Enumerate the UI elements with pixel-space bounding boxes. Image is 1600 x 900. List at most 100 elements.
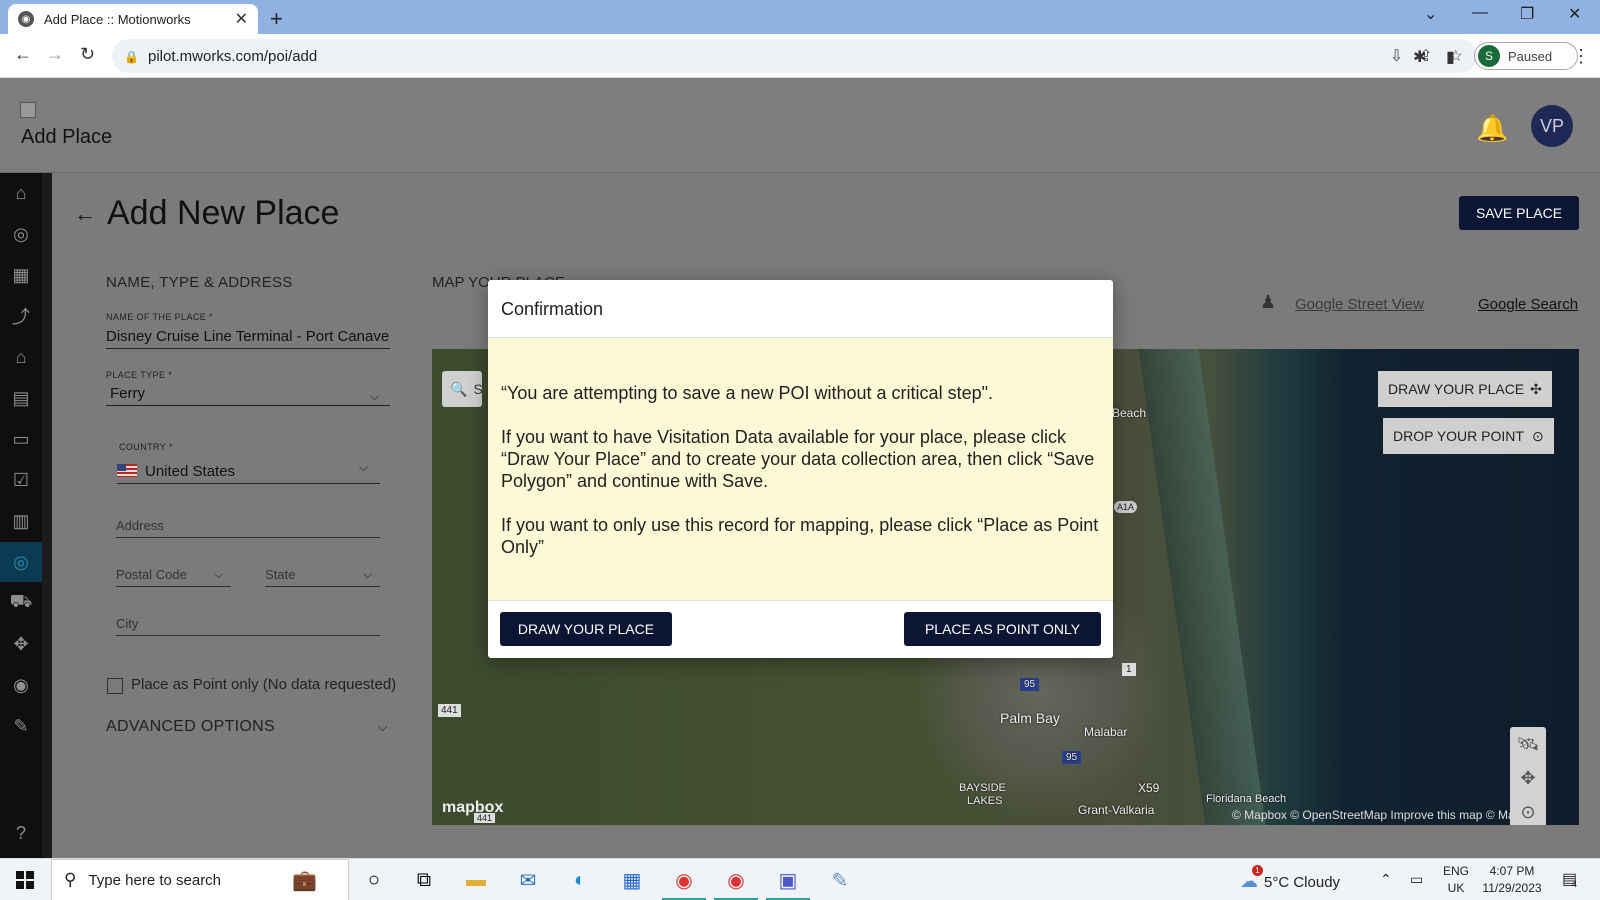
- app-header: Add Place 🔔 VP: [0, 78, 1600, 173]
- map-label-grant: Grant-Valkaria: [1078, 803, 1155, 817]
- reload-icon[interactable]: ↻: [80, 44, 95, 65]
- country-select[interactable]: United States: [117, 461, 380, 484]
- compass-icon[interactable]: ◎: [0, 214, 42, 254]
- save-place-button[interactable]: SAVE PLACE: [1459, 196, 1579, 230]
- chevron-down-icon[interactable]: ⌵: [214, 567, 223, 582]
- places-icon[interactable]: ⌂: [0, 337, 42, 377]
- profile-status: Paused: [1508, 48, 1553, 64]
- edge-icon[interactable]: ◐: [566, 867, 594, 893]
- city-input[interactable]: City: [116, 616, 380, 636]
- google-search-link[interactable]: Google Search: [1478, 296, 1578, 313]
- map-label-floridana: Floridana Beach: [1206, 793, 1287, 805]
- target-icon[interactable]: ◎: [0, 542, 42, 582]
- analytics-icon[interactable]: ⤴: [0, 296, 42, 336]
- file-explorer-icon[interactable]: ▬: [462, 867, 490, 893]
- chevron-down-icon[interactable]: ⌵: [370, 389, 379, 404]
- tab-search-icon[interactable]: ⌄: [1424, 4, 1437, 24]
- place-as-point-only-button[interactable]: PLACE AS POINT ONLY: [904, 612, 1101, 646]
- browser-tab[interactable]: ◉ Add Place :: Motionworks ✕: [8, 4, 258, 34]
- user-avatar[interactable]: VP: [1531, 105, 1573, 147]
- language-indicator[interactable]: ENG UK: [1443, 863, 1469, 897]
- back-icon[interactable]: ←: [14, 44, 32, 65]
- tab-title: Add Place :: Motionworks: [44, 11, 191, 27]
- checklist-icon[interactable]: ☑: [0, 460, 42, 500]
- pan-icon[interactable]: ✥: [1510, 761, 1546, 795]
- place-type-select[interactable]: Ferry: [106, 385, 390, 406]
- network-icon[interactable]: ✥: [0, 624, 42, 664]
- wrench-icon[interactable]: ✎: [0, 706, 42, 746]
- country-label: COUNTRY *: [119, 442, 173, 452]
- grid-icon[interactable]: ▦: [0, 255, 42, 295]
- store-icon[interactable]: ▦: [618, 867, 646, 893]
- name-label: NAME OF THE PLACE *: [106, 312, 213, 322]
- report-icon[interactable]: ▤: [0, 378, 42, 418]
- place-type-label: PLACE TYPE *: [106, 370, 173, 380]
- meet-now-icon[interactable]: ▭: [1410, 871, 1423, 888]
- chart-icon[interactable]: ▥: [0, 501, 42, 541]
- lang-top: ENG: [1443, 864, 1470, 878]
- maximize-icon[interactable]: ❐: [1520, 4, 1534, 24]
- tray-chevron-icon[interactable]: ⌃: [1380, 871, 1392, 888]
- paint-icon[interactable]: ✎: [826, 867, 854, 893]
- us-flag-icon: [117, 464, 137, 477]
- globe-icon: ◉: [18, 11, 34, 27]
- google-street-view-link[interactable]: Google Street View: [1295, 296, 1424, 313]
- address-input[interactable]: Address: [116, 518, 380, 538]
- advanced-options[interactable]: ADVANCED OPTIONS: [106, 718, 275, 736]
- task-view-icon[interactable]: ⧉: [410, 867, 438, 893]
- windows-start-icon[interactable]: [16, 871, 34, 889]
- close-tab-icon[interactable]: ✕: [235, 9, 248, 29]
- vehicle-icon[interactable]: ⛟: [0, 583, 42, 623]
- weather-widget[interactable]: ☁ 1 5°C Cloudy: [1240, 865, 1341, 892]
- sidebar-scrollbar[interactable]: [42, 173, 52, 858]
- cortana-icon[interactable]: ○: [360, 867, 388, 893]
- install-icon[interactable]: ⇩: [1390, 46, 1403, 66]
- chevron-down-icon[interactable]: ⌵: [359, 460, 368, 475]
- home-icon[interactable]: ⌂: [0, 173, 42, 213]
- polygon-icon: ✣: [1530, 380, 1542, 397]
- cloud-icon: ☁ 1: [1240, 865, 1263, 891]
- street-view-icon: ♟: [1260, 292, 1277, 312]
- locate-icon[interactable]: ⊙: [1510, 795, 1546, 825]
- chevron-down-icon[interactable]: ⌵: [363, 567, 372, 582]
- point-only-checkbox[interactable]: [107, 678, 123, 694]
- url-bar[interactable]: 🔒 pilot.mworks.com/poi/add ⇩ ⇪ ☆: [112, 39, 1477, 73]
- sidebar: ⌂ ◎ ▦ ⤴ ⌂ ▤ ▭ ☑ ▥ ◎ ⛟ ✥ ◉ ✎ ?: [0, 173, 42, 858]
- new-tab-icon[interactable]: +: [270, 6, 283, 32]
- bell-icon[interactable]: 🔔: [1476, 113, 1508, 144]
- taskbar-search[interactable]: ⚲ Type here to search 💼: [51, 859, 349, 900]
- draw-your-place-map-button[interactable]: DRAW YOUR PLACE ✣: [1378, 371, 1552, 407]
- drop-your-point-map-label: DROP YOUR POINT: [1393, 428, 1524, 444]
- map-search-box[interactable]: 🔍 S: [442, 371, 483, 407]
- forward-icon[interactable]: →: [46, 44, 64, 65]
- chevron-down-icon[interactable]: ⌵: [378, 720, 387, 735]
- browser-menu-icon[interactable]: ⋮: [1572, 46, 1590, 67]
- profile-button[interactable]: S Paused: [1474, 42, 1578, 70]
- satellite-icon[interactable]: 🛰: [1510, 727, 1546, 761]
- side-panel-icon[interactable]: ▮: [1446, 47, 1455, 67]
- briefcase-icon: 💼: [292, 870, 317, 892]
- weather-text: 5°C Cloudy: [1264, 874, 1341, 891]
- draw-your-place-button[interactable]: DRAW YOUR PLACE: [500, 612, 672, 646]
- dialog-footer: DRAW YOUR PLACE PLACE AS POINT ONLY: [488, 600, 1113, 658]
- mapbox-logo: mapbox: [442, 799, 504, 816]
- chrome-profile-icon[interactable]: ◉: [722, 867, 750, 893]
- back-arrow-icon[interactable]: ←: [74, 201, 96, 227]
- map-attribution[interactable]: © Mapbox © OpenStreetMap Improve this ma…: [1232, 808, 1531, 822]
- minimize-icon[interactable]: —: [1472, 4, 1488, 22]
- help-icon[interactable]: ?: [0, 813, 42, 853]
- account-icon[interactable]: ◉: [0, 665, 42, 705]
- pin-icon: ⊙: [1531, 427, 1544, 444]
- clock[interactable]: 4:07 PM 11/29/2023: [1472, 863, 1552, 897]
- billboard-icon[interactable]: ▭: [0, 419, 42, 459]
- map-shield-i95: 95: [1020, 678, 1040, 691]
- close-window-icon[interactable]: ✕: [1568, 4, 1581, 24]
- extensions-icon[interactable]: ✱: [1413, 47, 1426, 67]
- mail-icon[interactable]: ✉: [514, 867, 542, 893]
- chrome-icon[interactable]: ◉: [670, 867, 698, 893]
- drop-your-point-map-button[interactable]: DROP YOUR POINT ⊙: [1383, 418, 1554, 454]
- clock-date: 11/29/2023: [1482, 881, 1542, 895]
- notifications-icon[interactable]: ▤ 4: [1562, 869, 1577, 889]
- name-input[interactable]: Disney Cruise Line Terminal - Port Canav…: [106, 328, 390, 349]
- teams-icon[interactable]: ▣: [774, 867, 802, 893]
